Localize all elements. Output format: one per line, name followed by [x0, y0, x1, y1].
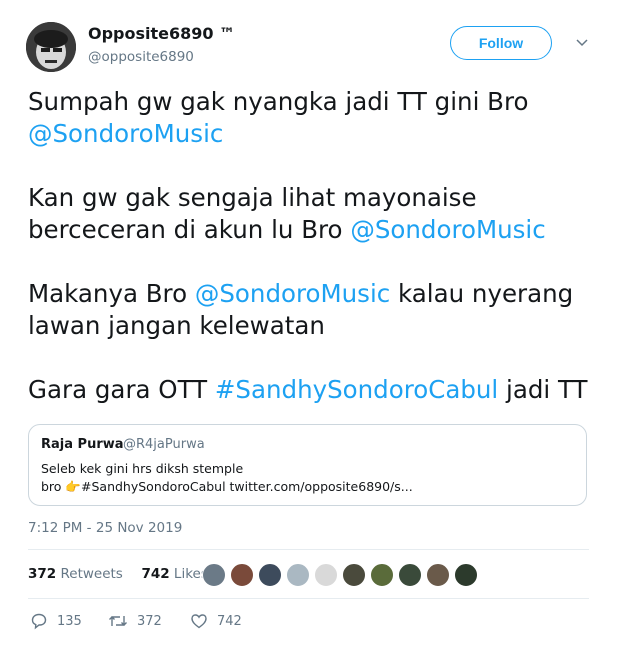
liker-avatar[interactable] — [398, 563, 422, 587]
author-avatar[interactable] — [26, 22, 76, 72]
tweet-line: @SondoroMusic — [28, 118, 598, 150]
liker-avatar[interactable] — [454, 563, 478, 587]
tweet-line: berceceran di akun lu Bro @SondoroMusic — [28, 215, 546, 244]
quoted-text: Seleb kek gini hrs diksh stemple bro 👉#S… — [41, 461, 413, 494]
like-button[interactable]: 742 — [190, 612, 242, 630]
tweet-line: Gara gara OTT #SandhySondoroCabul jadi T… — [28, 375, 588, 404]
divider — [28, 598, 589, 599]
hashtag-link[interactable]: #SandhySondoroCabul — [215, 375, 498, 404]
author-handle[interactable]: @opposite6890 — [88, 49, 194, 65]
likes-stat[interactable]: 742 Likes — [141, 566, 207, 582]
tweet-header: Opposite6890 ™ @opposite6890 Follow — [26, 20, 596, 76]
profile-photo-icon — [26, 22, 76, 72]
engagement-stats: 372 Retweets 742 Likes — [28, 566, 208, 582]
quoted-author-name: Raja Purwa — [41, 437, 124, 452]
liker-avatar[interactable] — [426, 563, 450, 587]
tweet-timestamp[interactable]: 7:12 PM - 25 Nov 2019 — [28, 520, 182, 536]
retweets-stat[interactable]: 372 Retweets — [28, 566, 123, 582]
chevron-down-icon[interactable] — [574, 34, 590, 50]
reply-icon — [31, 613, 47, 630]
retweet-icon — [109, 616, 127, 626]
liker-avatar[interactable] — [258, 563, 282, 587]
liker-avatar[interactable] — [286, 563, 310, 587]
tweet-line: Sumpah gw gak nyangka jadi TT gini Bro — [28, 87, 529, 116]
tweet-text: Sumpah gw gak nyangka jadi TT gini Bro @… — [28, 86, 598, 406]
author-display-name[interactable]: Opposite6890 ™ — [88, 24, 235, 43]
pointing-hand-emoji: 👉 — [65, 479, 81, 494]
divider — [28, 549, 589, 550]
mention-link[interactable]: @SondoroMusic — [195, 279, 390, 308]
liker-avatar[interactable] — [314, 563, 338, 587]
retweet-button[interactable]: 372 — [108, 612, 162, 630]
quoted-author-handle: @R4jaPurwa — [123, 437, 205, 452]
mention-link[interactable]: @SondoroMusic — [350, 215, 545, 244]
tweet-line: Kan gw gak sengaja lihat mayonaise — [28, 183, 477, 212]
heart-icon — [191, 614, 207, 629]
liker-avatar[interactable] — [342, 563, 366, 587]
liker-avatar[interactable] — [202, 563, 226, 587]
tweet-line: Makanya Bro @SondoroMusic kalau nyerang — [28, 279, 574, 308]
tweet-line: lawan jangan kelewatan — [28, 311, 325, 340]
liker-avatar[interactable] — [370, 563, 394, 587]
reply-button[interactable]: 135 — [30, 612, 82, 630]
follow-button[interactable]: Follow — [450, 26, 552, 60]
liker-avatar[interactable] — [230, 563, 254, 587]
quoted-tweet[interactable]: Raja Purwa @R4jaPurwa Seleb kek gini hrs… — [28, 424, 587, 506]
mention-link[interactable]: @SondoroMusic — [28, 119, 223, 148]
